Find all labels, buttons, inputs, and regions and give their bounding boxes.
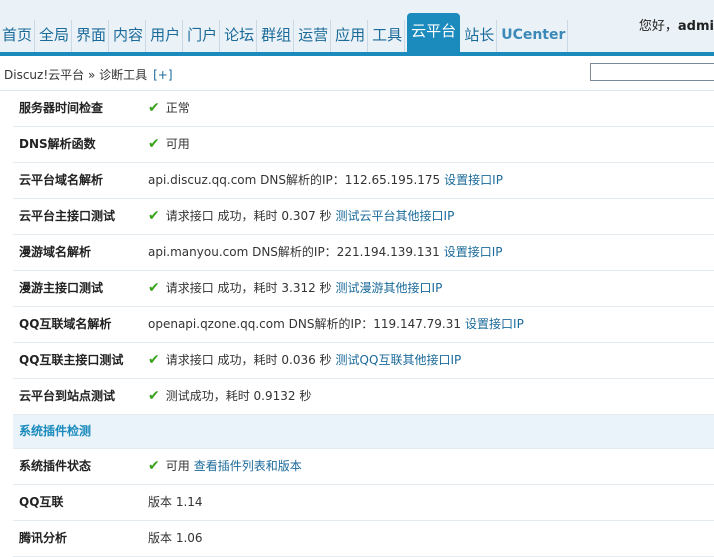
nav-tab[interactable]: 云平台	[407, 13, 461, 52]
nav-tab[interactable]: 站长	[462, 20, 498, 52]
check-icon: ✔	[148, 388, 160, 404]
row-action-link[interactable]: 设置接口IP	[444, 235, 503, 270]
breadcrumb-text: Discuz!云平台 » 诊断工具	[4, 68, 148, 82]
table-row: 云平台到站点测试 ✔ 测试成功，耗时 0.9132 秒	[13, 379, 714, 415]
row-action-link[interactable]: 设置接口IP	[465, 307, 524, 342]
row-value: ✔ 请求接口 成功，耗时 0.307 秒测试云平台其他接口IP	[148, 199, 454, 234]
row-label: 云平台域名解析	[19, 173, 104, 187]
search-input[interactable]	[590, 63, 714, 81]
table-row: 服务器时间检查 ✔ 正常	[13, 91, 714, 127]
nav-tab[interactable]: 运营	[296, 20, 332, 52]
table-row: QQ互联主接口测试 ✔ 请求接口 成功，耗时 0.036 秒测试QQ互联其他接口IP	[13, 343, 714, 379]
row-label: 漫游域名解析	[19, 245, 92, 259]
diagnostic-table: 服务器时间检查 ✔ 正常 DNS解析函数 ✔ 可用 云平台域名解析 api.discuz.qq…	[13, 91, 714, 557]
row-label: 腾讯分析	[19, 531, 68, 545]
row-value: ✔ 测试成功，耗时 0.9132 秒	[148, 379, 311, 414]
breadcrumb: Discuz!云平台 » 诊断工具 [+]	[4, 66, 173, 83]
nav-tab[interactable]: 应用	[333, 20, 369, 52]
row-label: 系统插件状态	[19, 459, 92, 473]
row-status-text: 可用	[165, 137, 190, 151]
row-label: 服务器时间检查	[19, 101, 104, 115]
row-label: QQ互联域名解析	[19, 317, 112, 331]
check-icon: ✔	[148, 280, 160, 296]
row-action-link[interactable]: 测试QQ互联其他接口IP	[336, 343, 462, 378]
table-row: 腾讯分析 版本 1.06	[13, 521, 714, 557]
row-value: 版本 1.14	[148, 485, 203, 520]
nav-tab[interactable]: 首页	[0, 20, 36, 52]
table-row: QQ互联域名解析 openapi.qzone.qq.com DNS解析的IP：11…	[13, 307, 714, 343]
row-label: QQ互联	[19, 495, 64, 509]
table-row: 漫游域名解析 api.manyou.com DNS解析的IP：221.194.13…	[13, 235, 714, 271]
table-row: 云平台主接口测试 ✔ 请求接口 成功，耗时 0.307 秒测试云平台其他接口IP	[13, 199, 714, 235]
row-value: ✔ 请求接口 成功，耗时 0.036 秒测试QQ互联其他接口IP	[148, 343, 461, 378]
table-row: DNS解析函数 ✔ 可用	[13, 127, 714, 163]
row-status-text: api.manyou.com DNS解析的IP：221.194.139.131	[148, 245, 440, 259]
row-value: ✔ 请求接口 成功，耗时 3.312 秒测试漫游其他接口IP	[148, 271, 442, 306]
nav-tab[interactable]: 群组	[259, 20, 295, 52]
row-value: api.manyou.com DNS解析的IP：221.194.139.131 设…	[148, 235, 503, 270]
row-status-text: openapi.qzone.qq.com DNS解析的IP：119.147.79…	[148, 317, 462, 331]
nav-tab[interactable]: 工具	[370, 20, 406, 52]
nav-tab[interactable]: 全局	[37, 20, 73, 52]
row-label: 云平台到站点测试	[19, 389, 116, 403]
row-action-link[interactable]: 测试云平台其他接口IP	[336, 199, 455, 234]
row-status-text: 可用	[165, 459, 190, 473]
nav-tab[interactable]: 用户	[148, 20, 184, 52]
row-value: 版本 1.06	[148, 521, 203, 556]
row-status-text: 请求接口 成功，耗时 3.312 秒	[165, 281, 332, 295]
row-status-text: 正常	[165, 101, 190, 115]
nav-tab[interactable]: 论坛	[222, 20, 258, 52]
nav-tab[interactable]: 界面	[74, 20, 110, 52]
row-value: ✔ 可用	[148, 127, 190, 162]
table-row: 系统插件状态 ✔ 可用 查看插件列表和版本	[13, 449, 714, 485]
check-icon: ✔	[148, 100, 160, 116]
breadcrumb-bar: Discuz!云平台 » 诊断工具 [+]	[0, 56, 714, 91]
table-row: QQ互联 版本 1.14	[13, 485, 714, 521]
row-label: QQ互联主接口测试	[19, 353, 124, 367]
section-header: 系统插件检测	[13, 415, 714, 449]
row-label: DNS解析函数	[19, 137, 96, 151]
row-action-link[interactable]: 设置接口IP	[444, 163, 503, 198]
section-title: 系统插件检测	[19, 424, 92, 438]
row-value: openapi.qzone.qq.com DNS解析的IP：119.147.79…	[148, 307, 524, 342]
nav-tab[interactable]: UCenter	[499, 20, 569, 52]
row-status-text: 版本 1.14	[148, 495, 203, 509]
row-label: 云平台主接口测试	[19, 209, 116, 223]
row-status-text: 请求接口 成功，耗时 0.307 秒	[165, 209, 332, 223]
main-nav: 首页 全局 界面 内容 用户 门户 论坛 群组 运营 应用 工具 云平台 站长 UCenter	[0, 13, 570, 52]
nav-tab[interactable]: 内容	[111, 20, 147, 52]
row-status-text: 测试成功，耗时 0.9132 秒	[165, 389, 312, 403]
greeting-text: 您好，	[638, 19, 678, 34]
row-status-text: 版本 1.06	[148, 531, 203, 545]
check-icon: ✔	[148, 136, 160, 152]
row-action-link[interactable]: 测试漫游其他接口IP	[336, 271, 443, 306]
row-status-text: 请求接口 成功，耗时 0.036 秒	[165, 353, 332, 367]
check-icon: ✔	[148, 208, 160, 224]
row-value: ✔ 正常	[148, 91, 190, 126]
expand-plus-link[interactable]: [+]	[153, 68, 172, 82]
row-label: 漫游主接口测试	[19, 281, 104, 295]
table-row: 漫游主接口测试 ✔ 请求接口 成功，耗时 3.312 秒测试漫游其他接口IP	[13, 271, 714, 307]
row-action-link[interactable]: 查看插件列表和版本	[194, 449, 302, 484]
user-greeting: 您好，admi	[639, 15, 714, 34]
top-navigation-bar: 首页 全局 界面 内容 用户 门户 论坛 群组 运营 应用 工具 云平台 站长 UCenter 您好，ad…	[0, 0, 714, 56]
username[interactable]: admi	[678, 19, 714, 34]
table-row: 云平台域名解析 api.discuz.qq.com DNS解析的IP：112.65…	[13, 163, 714, 199]
nav-tab[interactable]: 门户	[185, 20, 221, 52]
check-icon: ✔	[148, 352, 160, 368]
row-value: api.discuz.qq.com DNS解析的IP：112.65.195.17…	[148, 163, 503, 198]
row-status-text: api.discuz.qq.com DNS解析的IP：112.65.195.17…	[148, 173, 441, 187]
check-icon: ✔	[148, 458, 160, 474]
row-value: ✔ 可用 查看插件列表和版本	[148, 449, 302, 484]
